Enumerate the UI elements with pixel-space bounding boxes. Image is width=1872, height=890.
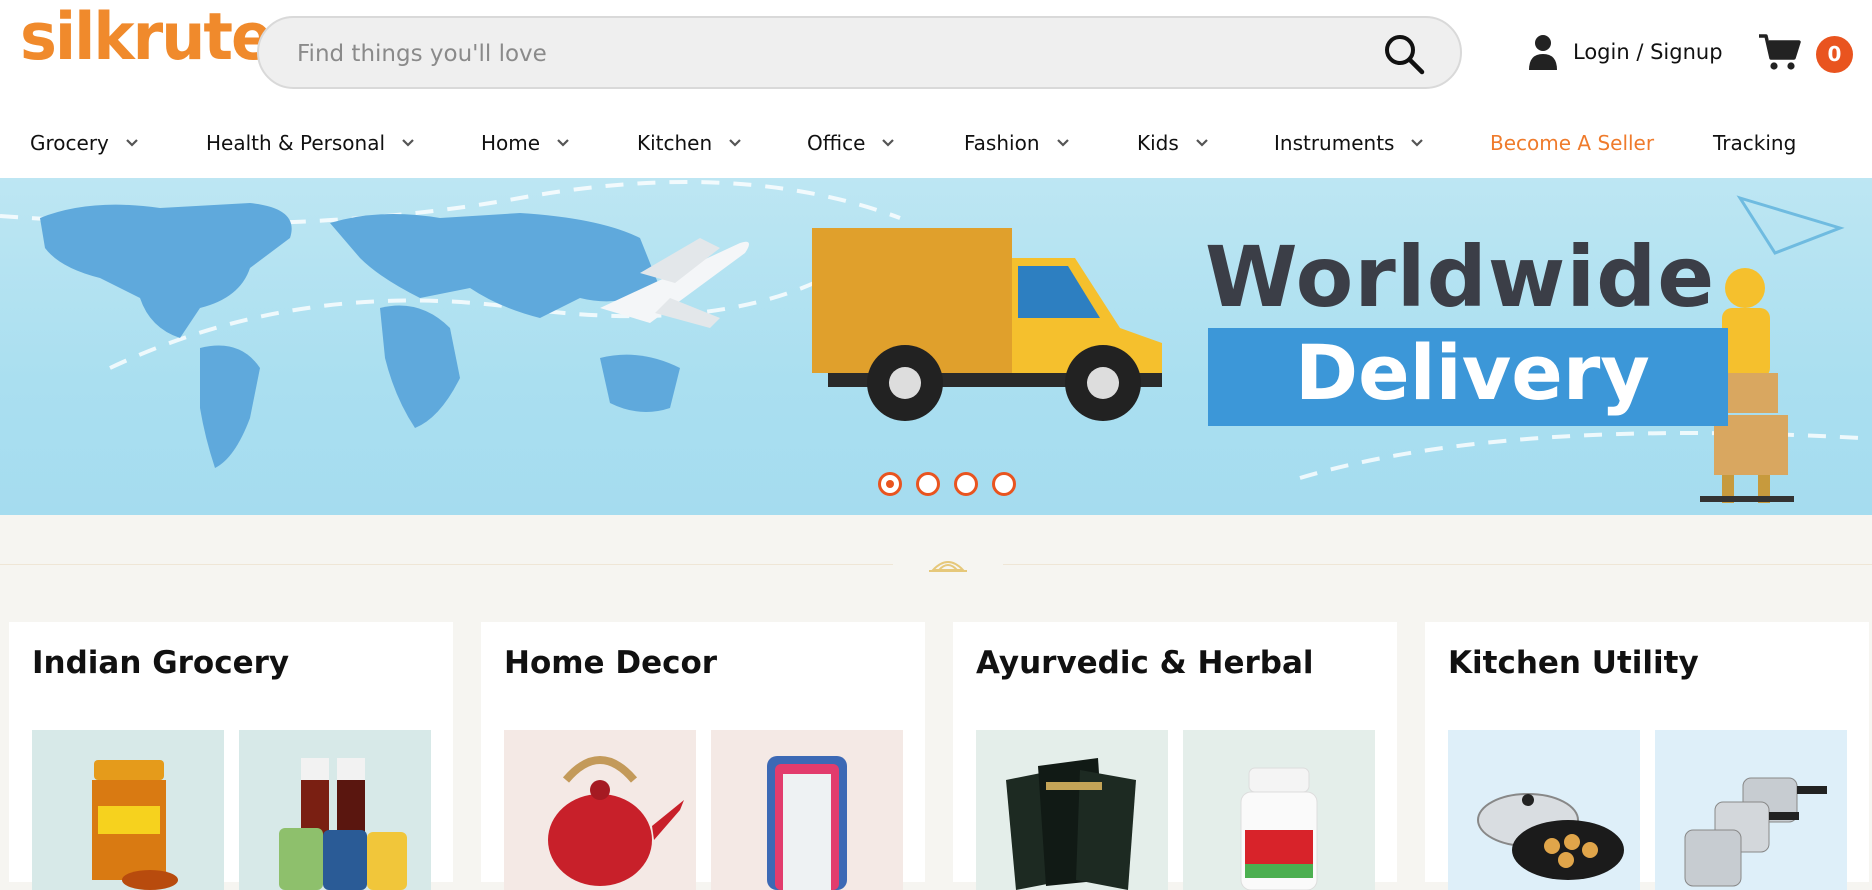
category-card-home-decor[interactable]: Home Decor <box>481 622 925 890</box>
search-input[interactable] <box>297 36 1347 72</box>
nav-label: Become A Seller <box>1490 131 1655 155</box>
mirror-image[interactable] <box>711 730 903 890</box>
kettle-image[interactable] <box>504 730 696 890</box>
nav-item-instruments[interactable]: Instruments <box>1274 128 1424 158</box>
site-logo[interactable]: silkrute <box>20 4 273 69</box>
nav-label: Instruments <box>1274 131 1395 155</box>
nav-label: Kitchen <box>637 131 713 155</box>
nav-item-health-personal[interactable]: Health & Personal <box>206 128 415 158</box>
category-title: Indian Grocery <box>32 645 290 681</box>
site-header: silkrute Login / Signup 0 <box>0 0 1872 108</box>
carousel-dot-2[interactable] <box>916 472 940 496</box>
lotus-icon <box>929 561 967 572</box>
login-signup-link[interactable]: Login / Signup <box>1527 32 1723 72</box>
nav-item-fashion[interactable]: Fashion <box>964 128 1070 158</box>
chevron-down-icon <box>557 139 569 147</box>
category-title: Ayurvedic & Herbal <box>976 645 1314 681</box>
login-label: Login / Signup <box>1573 40 1723 64</box>
search-icon[interactable] <box>1382 32 1426 76</box>
user-icon <box>1529 35 1557 70</box>
nav-item-become-seller[interactable]: Become A Seller <box>1490 128 1654 158</box>
green-tea-image[interactable] <box>976 730 1168 890</box>
category-title: Kitchen Utility <box>1448 645 1699 681</box>
hero-banner[interactable]: Worldwide Delivery <box>0 178 1872 515</box>
category-card-indian-grocery[interactable]: Indian Grocery <box>9 622 453 890</box>
chevron-down-icon <box>1411 139 1424 147</box>
nav-label: Office <box>807 131 866 155</box>
lotus-divider <box>893 550 1003 578</box>
nav-label: Tracking <box>1713 131 1797 155</box>
search-bar <box>257 16 1462 89</box>
category-nav: Grocery Health & Personal Home Kitchen O… <box>0 108 1872 178</box>
category-card-ayurvedic-herbal[interactable]: Ayurvedic & Herbal <box>953 622 1397 890</box>
nav-item-kitchen[interactable]: Kitchen <box>637 128 742 158</box>
carousel-dot-1[interactable] <box>878 472 902 496</box>
chevron-down-icon <box>126 139 138 147</box>
cart-count-badge: 0 <box>1816 36 1853 73</box>
nav-item-tracking[interactable]: Tracking <box>1713 128 1796 158</box>
nav-item-grocery[interactable]: Grocery <box>30 128 139 158</box>
nav-label: Health & Personal <box>206 131 386 155</box>
cart-icon[interactable] <box>1758 32 1802 72</box>
appam-pan-image[interactable] <box>1448 730 1640 890</box>
nav-label: Kids <box>1137 131 1179 155</box>
honey-jar-image[interactable] <box>32 730 224 890</box>
category-title: Home Decor <box>504 645 718 681</box>
nav-item-home[interactable]: Home <box>481 128 570 158</box>
chevron-down-icon <box>729 139 741 147</box>
carousel-dot-4[interactable] <box>992 472 1016 496</box>
sauce-bottles-image[interactable] <box>239 730 431 890</box>
nav-item-kids[interactable]: Kids <box>1137 128 1209 158</box>
nav-label: Home <box>481 131 541 155</box>
chevron-down-icon <box>1196 139 1208 147</box>
category-card-kitchen-utility[interactable]: Kitchen Utility <box>1425 622 1869 890</box>
chevron-down-icon <box>402 139 414 147</box>
nav-label: Fashion <box>964 131 1040 155</box>
nav-item-office[interactable]: Office <box>807 128 895 158</box>
chevron-down-icon <box>1056 139 1069 147</box>
banner-headline-line2: Delivery <box>1295 328 1650 417</box>
pressure-cooker-image[interactable] <box>1655 730 1847 890</box>
carousel-dots <box>878 472 1016 496</box>
chevron-down-icon <box>882 139 895 147</box>
nav-label: Grocery <box>30 131 109 155</box>
banner-headline-line1: Worldwide <box>1205 228 1716 326</box>
carousel-dot-3[interactable] <box>954 472 978 496</box>
supplement-bottle-image[interactable] <box>1183 730 1375 890</box>
